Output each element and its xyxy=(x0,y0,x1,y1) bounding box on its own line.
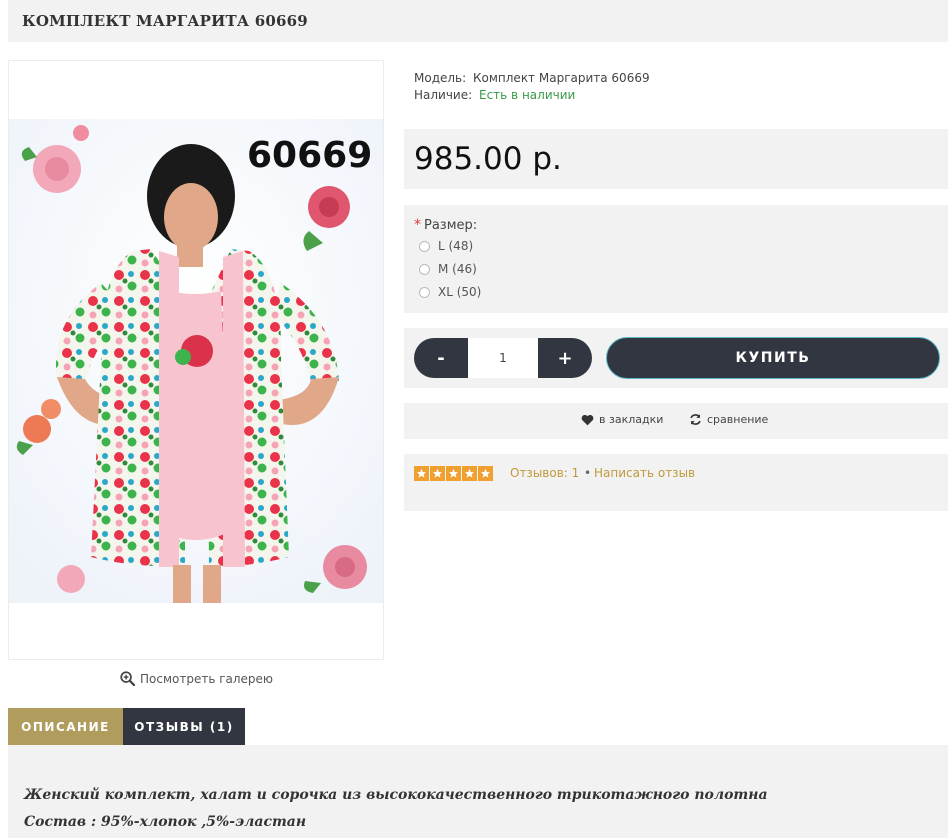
product-photo[interactable]: 60669 xyxy=(9,61,383,659)
star-rating xyxy=(414,466,493,481)
write-review-link[interactable]: Написать отзыв xyxy=(594,466,695,480)
size-label: * Размер: xyxy=(414,217,477,233)
composition-text: Состав : 95%-хлопок ,5%-эластан xyxy=(24,814,307,830)
availability-status: Есть в наличии xyxy=(479,88,576,102)
purchase-box: - + КУПИТЬ xyxy=(404,328,948,388)
product-title-bar: КОМПЛЕКТ МАРГАРИТА 60669 xyxy=(8,0,948,42)
size-option-l[interactable]: L (48) xyxy=(419,239,473,253)
radio-button[interactable] xyxy=(419,240,430,252)
buy-button[interactable]: КУПИТЬ xyxy=(606,337,940,379)
view-gallery-label: Посмотреть галерею xyxy=(140,671,274,686)
quantity-decrease-button[interactable]: - xyxy=(414,338,468,378)
quantity-input[interactable] xyxy=(468,338,538,378)
star-icon xyxy=(414,466,429,481)
add-to-compare-link[interactable]: сравнение xyxy=(689,413,768,426)
star-icon xyxy=(478,466,493,481)
wishlist-label: в закладки xyxy=(599,413,664,426)
availability-label: Наличие: xyxy=(414,88,473,102)
size-option-m[interactable]: M (46) xyxy=(419,262,477,276)
star-icon xyxy=(462,466,477,481)
separator-dot: • xyxy=(584,466,592,480)
size-options: * Размер: L (48) M (46) XL (50) xyxy=(404,205,948,313)
size-option-label: L (48) xyxy=(438,239,474,253)
model-value: Комплект Маргарита 60669 xyxy=(473,71,650,85)
description-text: Женский комплект, халат и сорочка из выс… xyxy=(24,787,768,803)
size-label-text: Размер: xyxy=(424,218,478,233)
size-option-label: M (46) xyxy=(438,262,477,276)
product-info: Модель: Комплект Маргарита 60669 Наличие… xyxy=(404,60,948,114)
tab-reviews[interactable]: ОТЗЫВЫ (1) xyxy=(123,708,245,745)
view-gallery-link[interactable]: Посмотреть галерею xyxy=(120,671,273,686)
product-code-label: 60669 xyxy=(247,135,372,176)
availability-row: Наличие: Есть в наличии xyxy=(414,88,575,102)
tab-description[interactable]: ОПИСАНИЕ xyxy=(8,708,123,745)
price-box: 985.00 р. xyxy=(404,129,948,189)
description-panel: Женский комплект, халат и сорочка из выс… xyxy=(8,745,948,838)
add-to-wishlist-link[interactable]: в закладки xyxy=(581,413,663,426)
radio-button[interactable] xyxy=(419,286,430,298)
rating-box: Отзывов: 1 • Написать отзыв xyxy=(404,454,948,511)
star-icon xyxy=(430,466,445,481)
reviews-count-link[interactable]: Отзывов: 1 xyxy=(510,466,579,480)
size-option-xl[interactable]: XL (50) xyxy=(419,285,481,299)
page-title: КОМПЛЕКТ МАРГАРИТА 60669 xyxy=(22,12,308,30)
model-row: Модель: Комплект Маргарита 60669 xyxy=(414,71,650,85)
star-icon xyxy=(446,466,461,481)
product-actions: в закладки сравнение xyxy=(404,403,948,439)
quantity-increase-button[interactable]: + xyxy=(538,338,592,378)
required-mark: * xyxy=(414,217,421,233)
heart-icon xyxy=(581,414,594,425)
model-label: Модель: xyxy=(414,71,467,85)
price: 985.00 р. xyxy=(414,141,562,177)
compare-label: сравнение xyxy=(707,413,769,426)
zoom-in-icon xyxy=(120,671,135,686)
refresh-icon xyxy=(690,414,701,425)
radio-button[interactable] xyxy=(419,263,430,275)
product-image-box[interactable]: 60669 xyxy=(8,60,384,660)
size-option-label: XL (50) xyxy=(438,285,482,299)
